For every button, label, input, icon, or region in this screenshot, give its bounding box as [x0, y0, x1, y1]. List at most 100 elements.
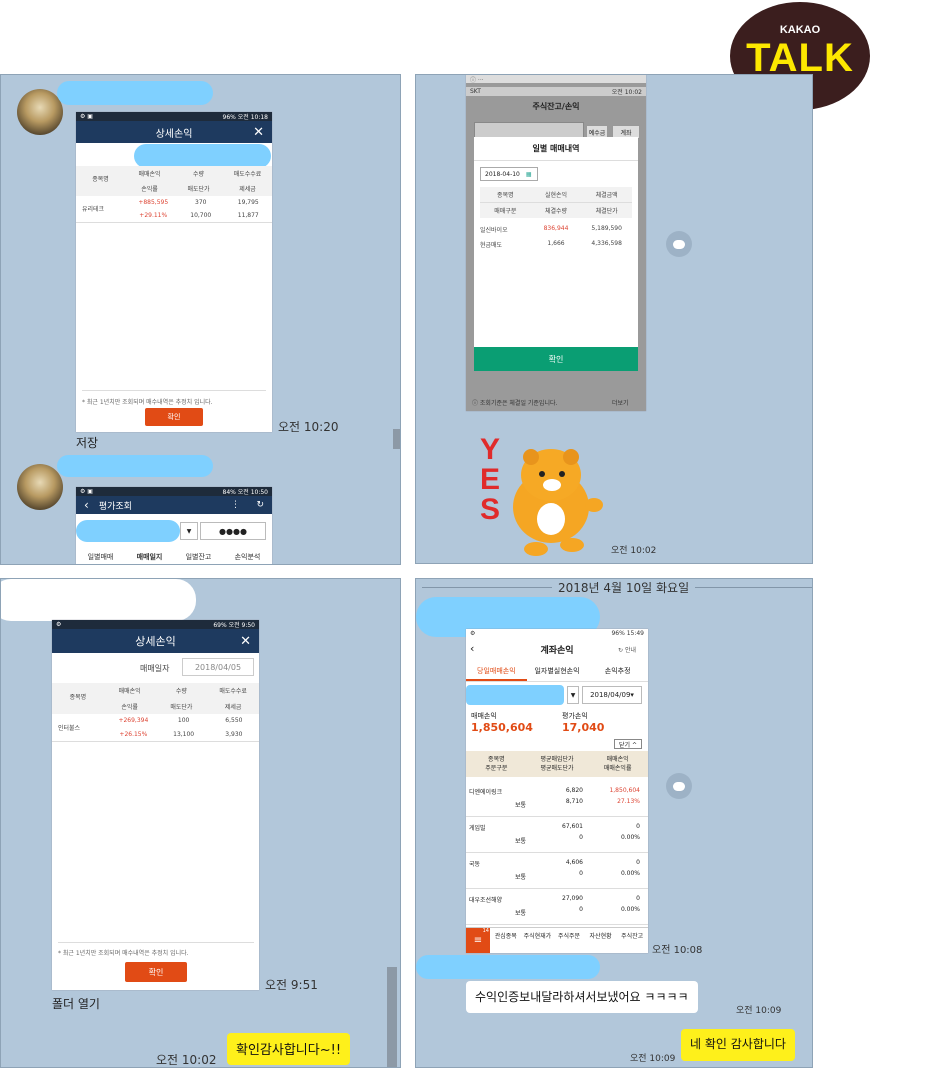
more-icon[interactable]: ⋮ — [231, 500, 240, 510]
chat-panel-top-left: ⚙ ▣ 96% 오전 10:18 상세손익 ✕ 종목명 매매손익 손익률 수량 매도단… — [0, 74, 401, 565]
sender-name-redacted — [57, 455, 213, 477]
tab-daily-balance[interactable]: 일별잔고 — [174, 549, 223, 564]
page-title: 상세손익 — [135, 635, 176, 648]
timestamp: 오전 10:20 — [278, 420, 339, 434]
kakao-small-text: KAKAO — [779, 24, 821, 36]
status-bar: ⚙ ▣ 96% 오전 10:18 — [76, 112, 272, 121]
confirm-button[interactable]: 확인 — [145, 408, 203, 426]
account-redacted — [76, 520, 180, 542]
account-dropdown[interactable]: ▼ — [180, 522, 198, 540]
chat-panel-bottom-right: 2018년 4월 10일 화요일 ⚙ 96% 15:49 계좌손익 ‹ ↻ 안내 … — [415, 578, 813, 1068]
timestamp: 오전 10:09 — [630, 1054, 676, 1064]
back-icon[interactable]: ‹ — [470, 642, 474, 655]
tab-daily-trades[interactable]: 일별매매 — [76, 549, 125, 564]
detail-pnl-screenshot[interactable]: ⚙ ▣ 96% 오전 10:18 상세손익 ✕ 종목명 매매손익 손익률 수량 매도단… — [76, 112, 272, 432]
collapse-button[interactable]: 닫기 ^ — [614, 739, 642, 749]
trade-date-field[interactable]: 2018/04/05 — [182, 658, 254, 676]
modal-title: 일별 매매내역 — [474, 137, 638, 161]
calendar-icon[interactable]: ▦ — [526, 171, 532, 178]
tab-order[interactable]: 주식주문 — [553, 928, 585, 953]
table-row[interactable]: 일신바이오 836,944 5,189,590 — [480, 222, 632, 237]
tab-pnl-analysis[interactable]: 손익분석 — [223, 549, 272, 564]
close-icon[interactable]: ✕ — [240, 634, 251, 649]
tab-current-price[interactable]: 주식현재가 — [522, 928, 554, 953]
timestamp: 오전 9:51 — [265, 978, 318, 992]
table-row[interactable]: 유리테크 +885,595 +29.11% 370 10,700 19,795 11,… — [76, 196, 272, 223]
table-row[interactable]: 인터불스 +269,394 +26.15% 100 13,100 6,550 3,93… — [52, 714, 259, 742]
menu-icon[interactable]: ≡ 14 — [466, 928, 490, 953]
ryan-yes-sticker: YES — [476, 429, 606, 559]
trade-date-label: 매매일자 — [140, 664, 170, 673]
message-bubble[interactable]: 수익인증보내달라하셔서보냈어요 ㅋㅋㅋㅋ — [466, 981, 698, 1013]
eval-label: 평가손익 — [562, 712, 588, 720]
chat-bubble-icon[interactable] — [666, 773, 692, 799]
disclaimer-note: * 최근 1년치만 조회되며 매수내역은 추정치 입니다. — [58, 942, 254, 957]
my-message-bubble[interactable]: 확인감사합니다~!! — [227, 1033, 351, 1065]
table-header: 매매구분 체결수량 체결단가 — [480, 202, 632, 218]
account-redacted — [466, 685, 564, 705]
table-row[interactable]: 현금매도 1,666 4,336,598 — [480, 237, 632, 252]
tab-bar: 일별매매 매매일지 일별잔고 손익분석 — [76, 549, 272, 564]
timestamp: 오전 10:09 — [736, 1006, 782, 1016]
password-field[interactable]: ●●●● — [200, 522, 266, 540]
close-icon[interactable]: ✕ — [253, 125, 264, 140]
timestamp: 오전 10:02 — [611, 546, 657, 556]
table-row[interactable]: 대우조선해양 보통 27,090 0 0 0.00% — [466, 889, 648, 925]
confirm-button[interactable]: 확인 — [125, 962, 187, 982]
table-header: 종목명 매매손익 손익률 수량 매도단가 매도수수료 제세금 — [76, 166, 272, 196]
tab-assets[interactable]: 자산현황 — [585, 928, 617, 953]
scrollbar[interactable] — [387, 967, 397, 1067]
tab-today-pnl[interactable]: 당일매매손익 — [466, 663, 527, 681]
bottom-tab-bar: ≡ 14 관심종목 주식현재가 주식주문 자산현황 주식잔고 — [466, 927, 648, 953]
account-dropdown[interactable]: ▼ — [567, 686, 579, 704]
dialog-header: 상세손익 ✕ — [52, 629, 259, 653]
pnl-label: 매매손익 — [471, 712, 497, 720]
status-bar: ⚙ 69% 오전 9:50 — [52, 620, 259, 629]
page-title: 평가조회 — [98, 501, 132, 512]
sender-name-redacted — [57, 81, 213, 105]
app-header: ‹ 평가조회 ⋮ ↻ — [76, 496, 272, 514]
sender-name-redacted — [1, 579, 196, 621]
table-row[interactable]: 디엔에이링크 보통 6,820 8,710 1,850,604 27.13% — [466, 781, 648, 817]
more-link[interactable]: 더보기 — [612, 398, 629, 407]
stock-balance-screenshot[interactable]: ⓘ ··· SKT 오전 10:02 주식잔고/손익 예수금 계좌 일별 매매내역… — [466, 75, 646, 411]
evaluation-screenshot[interactable]: ⚙ ▣ 84% 오전 10:50 ‹ 평가조회 ⋮ ↻ ▼ ●●●● 일별매매 매… — [76, 487, 272, 564]
tab-trade-journal[interactable]: 매매일지 — [125, 549, 174, 564]
table-header: 종목명 주문구분 평균매입단가 평균매도단가 매매손익 매매손익률 — [466, 751, 648, 777]
chat-panel-top-right: ⓘ ··· SKT 오전 10:02 주식잔고/손익 예수금 계좌 일별 매매내역… — [415, 74, 813, 564]
tab-daily-realized[interactable]: 일자별실현손익 — [527, 663, 588, 681]
confirm-button[interactable]: 확인 — [474, 347, 638, 371]
yes-letters: YES — [480, 433, 501, 526]
dialog-header: 상세손익 ✕ — [76, 121, 272, 143]
chat-bubble-icon[interactable] — [666, 231, 692, 257]
pnl-value: 1,850,604 — [471, 721, 533, 734]
table-header: 종목명 실현손익 체결금액 — [480, 187, 632, 202]
tab-watchlist[interactable]: 관심종목 — [490, 928, 522, 953]
table-header: 종목명 매매손익 손익률 수량 매도단가 매도수수료 제세금 — [52, 683, 259, 714]
scrollbar[interactable] — [393, 429, 400, 449]
date-divider: 2018년 4월 10일 화요일 — [422, 579, 812, 596]
guide-link[interactable]: ↻ 안내 — [618, 645, 636, 654]
date-field[interactable]: 2018/04/09 ▾ — [582, 686, 642, 704]
tab-pnl-estimate[interactable]: 손익추정 — [587, 663, 648, 681]
tab-bar: 당일매매손익 일자별실현손익 손익추정 — [466, 663, 648, 682]
refresh-icon[interactable]: ↻ — [256, 500, 264, 510]
timestamp: 오전 10:02 — [156, 1053, 217, 1067]
back-icon[interactable]: ‹ — [84, 498, 89, 512]
avatar[interactable] — [17, 89, 63, 135]
table-row[interactable]: 국동 보통 4,606 0 0 0.00% — [466, 853, 648, 889]
date-picker[interactable]: 2018-04-10 ▦ — [480, 167, 538, 181]
disclaimer-note: * 최근 1년치만 조회되며 매수내역은 추정치 입니다. — [82, 390, 266, 406]
detail-pnl-screenshot[interactable]: ⚙ 69% 오전 9:50 상세손익 ✕ 매매일자 2018/04/05 종목명 … — [52, 620, 259, 990]
tab-balance[interactable]: 주식잔고 — [616, 928, 648, 953]
status-bar: SKT 오전 10:02 — [466, 87, 646, 96]
status-bar: ⚙ ▣ 84% 오전 10:50 — [76, 487, 272, 496]
sender-name-redacted — [416, 955, 600, 979]
eval-value: 17,040 — [562, 721, 605, 734]
my-message-bubble[interactable]: 네 확인 감사합니다 — [681, 1029, 795, 1061]
daily-trades-modal: 일별 매매내역 2018-04-10 ▦ 종목명 실현손익 체결금액 매매구분 체결수량… — [474, 137, 638, 371]
message-text: 저장 — [76, 436, 99, 450]
table-row[interactable]: 게임빌 보통 67,601 0 0 0.00% — [466, 817, 648, 853]
avatar[interactable] — [17, 464, 63, 510]
account-pnl-screenshot[interactable]: ⚙ 96% 15:49 계좌손익 ‹ ↻ 안내 당일매매손익 일자별실현손익 손익… — [466, 629, 648, 953]
